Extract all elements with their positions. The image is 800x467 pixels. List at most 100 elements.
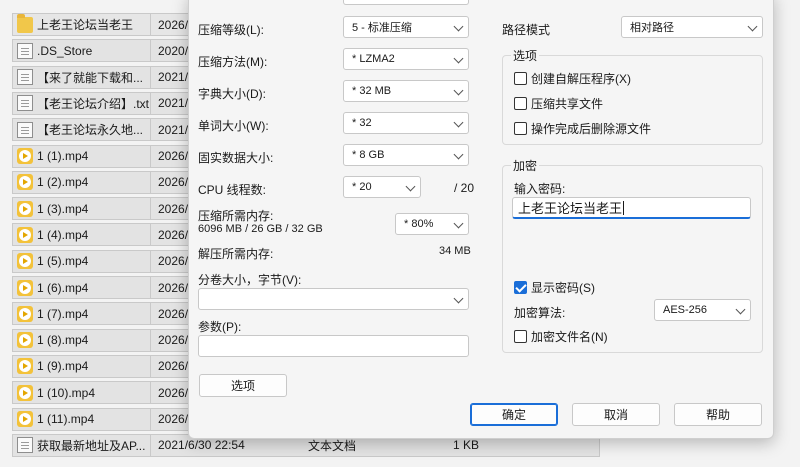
column-divider (150, 14, 151, 35)
file-date: 2026/ (158, 385, 189, 400)
file-date: 2021/ (158, 122, 189, 137)
file-date: 2026/ (158, 254, 189, 269)
file-name: 【老王论坛永久地... (37, 123, 144, 138)
video-icon (17, 226, 33, 243)
encrypt-names-checkbox-row[interactable]: 加密文件名(N) (514, 328, 608, 345)
solid-block-size-select[interactable]: * 8 GB (343, 144, 469, 166)
cpu-threads-select[interactable]: * 20 (343, 176, 421, 198)
file-name: 1 (2).mp4 (37, 175, 89, 190)
text-caret (623, 200, 625, 215)
document-icon (17, 437, 33, 454)
cpu-threads-value: * 20 (352, 181, 372, 193)
compress-shared-checkbox-row[interactable]: 压缩共享文件 (514, 95, 603, 112)
file-name: 1 (4).mp4 (37, 227, 89, 242)
chevron-down-icon (747, 21, 758, 32)
video-icon (17, 332, 33, 349)
document-icon (17, 121, 33, 138)
options-button[interactable]: 选项 (199, 374, 287, 397)
split-volumes-label: 分卷大小，字节(V): (198, 273, 302, 287)
video-icon (17, 174, 33, 191)
path-mode-value: 相对路径 (630, 22, 674, 34)
file-date: 2026/ (158, 201, 189, 216)
compression-level-label: 压缩等级(L): (198, 23, 265, 37)
file-name: 1 (1).mp4 (37, 149, 89, 163)
path-mode-select[interactable]: 相对路径 (621, 16, 763, 38)
delete-after-checkbox-row[interactable]: 操作完成后删除源文件 (514, 120, 651, 137)
column-divider (150, 382, 151, 404)
column-divider (150, 303, 151, 325)
column-divider (150, 171, 151, 193)
video-icon (17, 411, 33, 427)
dictionary-size-label: 字典大小(D): (198, 87, 266, 101)
create-sfx-checkbox-row[interactable]: 创建自解压程序(X) (514, 70, 631, 87)
column-divider (150, 145, 151, 167)
chevron-down-icon (405, 181, 416, 192)
video-icon (17, 384, 33, 401)
dictionary-size-value: * 32 MB (352, 85, 392, 97)
file-name: .DS_Store (37, 43, 93, 58)
compression-method-select[interactable]: * LZMA2 (343, 48, 469, 70)
file-date: 2021/6/30 22:54 (158, 438, 245, 453)
dictionary-size-select[interactable]: * 32 MB (343, 80, 469, 102)
video-icon (17, 279, 33, 296)
file-name: 1 (5).mp4 (37, 254, 89, 269)
memory-usage-select[interactable]: * 80% (395, 213, 469, 235)
encryption-method-select[interactable]: AES-256 (654, 299, 751, 321)
column-divider (150, 66, 151, 88)
word-size-label: 单词大小(W): (198, 119, 269, 133)
column-divider (150, 224, 151, 246)
memory-decompress-value: 34 MB (439, 245, 471, 257)
cancel-button[interactable]: 取消 (572, 403, 660, 426)
show-password-checkbox[interactable] (514, 281, 527, 294)
column-divider (150, 40, 151, 62)
document-icon (17, 69, 33, 86)
parameters-input[interactable] (198, 335, 469, 357)
document-icon (17, 42, 33, 59)
help-button[interactable]: 帮助 (674, 403, 762, 426)
compression-method-value: * LZMA2 (352, 53, 395, 65)
create-sfx-label: 创建自解压程序(X) (531, 72, 631, 86)
show-password-checkbox-row[interactable]: 显示密码(S) (514, 279, 595, 296)
password-input[interactable]: 上老王论坛当老王 (512, 197, 751, 219)
file-name: 1 (8).mp4 (37, 333, 89, 348)
file-date: 2026/ (158, 359, 189, 374)
column-divider (150, 355, 151, 377)
file-type: 文本文档 (308, 438, 357, 453)
chevron-down-icon (735, 304, 746, 315)
encryption-method-label: 加密算法: (514, 306, 566, 320)
chevron-down-icon (453, 218, 464, 229)
column-divider (150, 119, 151, 141)
column-divider (150, 92, 151, 114)
compress-shared-checkbox[interactable] (514, 97, 527, 110)
file-name: 1 (9).mp4 (37, 359, 89, 374)
ok-button[interactable]: 确定 (470, 403, 558, 426)
video-icon (17, 148, 33, 164)
file-date: 2026/ (158, 227, 189, 242)
compression-level-select[interactable]: 5 - 标准压缩 (343, 16, 469, 38)
options-group-title: 选项 (511, 47, 540, 64)
word-size-value: * 32 (352, 117, 372, 129)
file-date: 2026/ (158, 175, 189, 190)
column-divider (150, 250, 151, 272)
compression-level-value: 5 - 标准压缩 (352, 22, 412, 34)
file-name: 1 (10).mp4 (37, 385, 96, 400)
split-volumes-combo[interactable] (198, 288, 469, 310)
solid-block-size-label: 固实数据大小: (198, 151, 274, 165)
column-divider (150, 434, 151, 456)
document-icon (17, 95, 33, 112)
file-name: 1 (11).mp4 (37, 412, 95, 426)
column-divider (150, 408, 151, 430)
cpu-threads-max: / 20 (454, 181, 475, 195)
memory-compress-detail: 6096 MB / 26 GB / 32 GB (198, 223, 323, 235)
video-icon (17, 200, 33, 217)
memory-usage-value: * 80% (404, 218, 434, 230)
create-sfx-checkbox[interactable] (514, 72, 527, 85)
archive-format-combo[interactable] (343, 0, 469, 5)
encryption-method-value: AES-256 (663, 304, 708, 316)
video-icon (17, 253, 33, 270)
chevron-down-icon (453, 149, 464, 160)
word-size-select[interactable]: * 32 (343, 112, 469, 134)
encrypt-names-checkbox[interactable] (514, 330, 527, 343)
memory-decompress-label: 解压所需内存: (198, 247, 274, 261)
delete-after-checkbox[interactable] (514, 122, 527, 135)
